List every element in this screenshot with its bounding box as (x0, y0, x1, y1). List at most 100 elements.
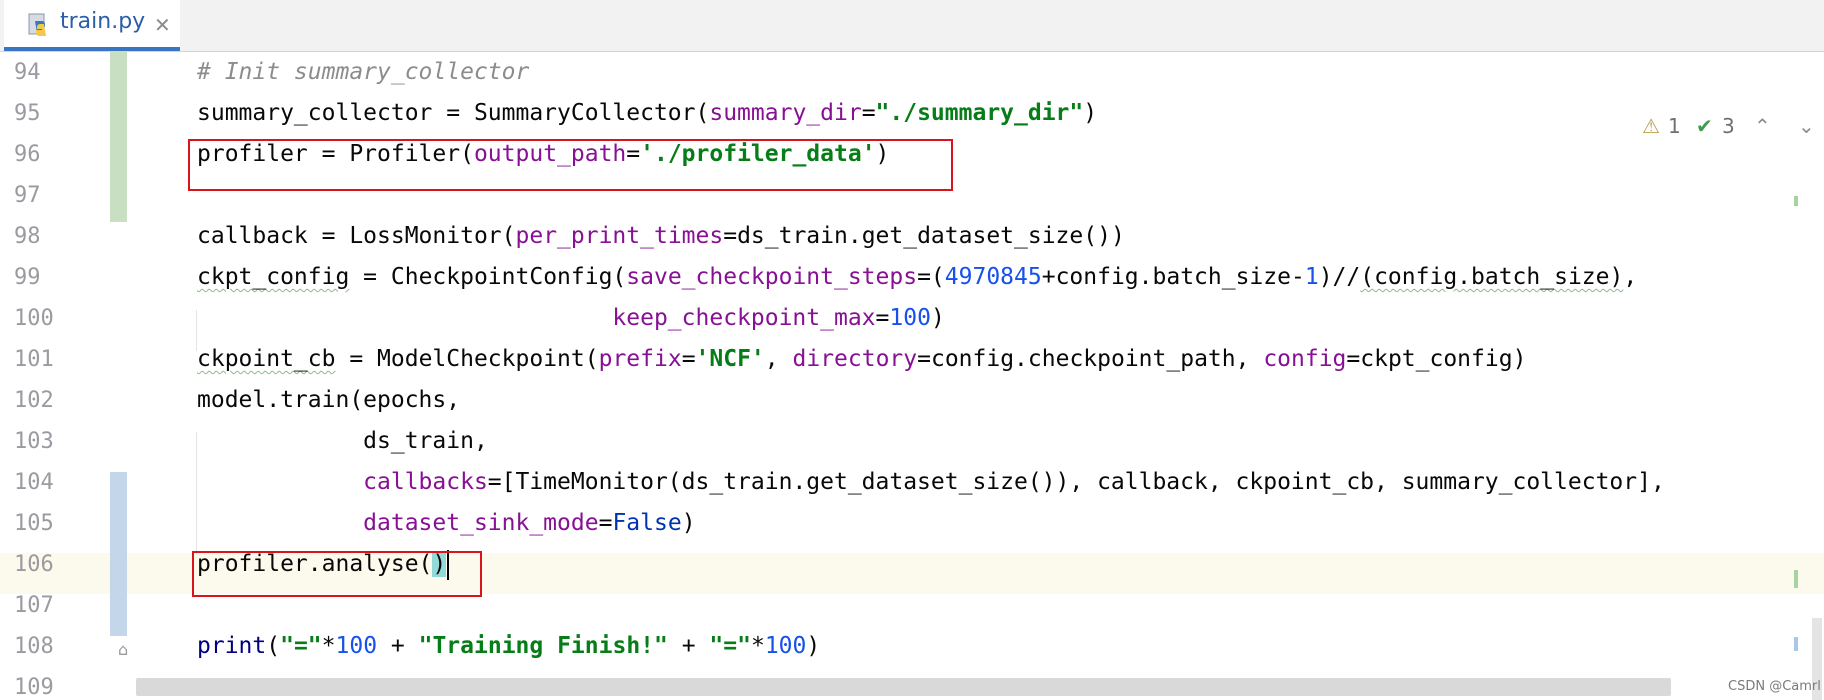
code-token: print (197, 633, 267, 659)
code-token: * (321, 633, 336, 659)
code-line[interactable]: 100 keep_checkpoint_max=100) (0, 298, 1824, 339)
code-token: =config.checkpoint_path, (917, 346, 1264, 372)
line-number: 103 (14, 429, 54, 454)
line-code: # Init summary_collector (197, 52, 529, 93)
code-token: , (1623, 264, 1638, 290)
line-number: 105 (14, 511, 54, 536)
line-code: summary_collector = SummaryCollector(sum… (197, 93, 1097, 134)
code-token: 4970845 (944, 264, 1042, 290)
code-token: callback = LossMonitor( (197, 223, 516, 249)
code-token: prefix (598, 346, 682, 372)
code-token: 100 (335, 633, 378, 659)
code-token: keep_checkpoint_max (612, 305, 876, 331)
check-icon[interactable]: ✔ (1696, 114, 1713, 138)
warning-icon[interactable]: ⚠ (1642, 114, 1660, 138)
code-token: )// (1318, 264, 1361, 290)
code-token: +config.batch_size- (1041, 264, 1305, 290)
code-token: "=" (709, 633, 751, 659)
line-code: print("="*100 + "Training Finish!" + "="… (197, 626, 820, 667)
code-token: =ckpt_config) (1346, 346, 1527, 372)
close-icon[interactable]: ✕ (154, 13, 171, 37)
code-token: summary_collector = SummaryCollector( (197, 100, 710, 126)
code-token: ckpoint_cb (197, 346, 336, 372)
code-token: ds_train, (197, 428, 488, 454)
code-line[interactable]: 99 ckpt_config = CheckpointConfig(save_ch… (0, 257, 1824, 298)
code-token: , (764, 346, 793, 372)
line-number: 99 (14, 265, 41, 290)
horizontal-scrollbar[interactable] (136, 678, 1671, 696)
code-token: 1 (1304, 264, 1319, 290)
code-token: save_checkpoint_steps (626, 264, 918, 290)
line-code: ds_train, (197, 421, 488, 462)
line-number: 106 (14, 552, 54, 577)
code-token: # Init summary_collector (197, 59, 530, 85)
code-line[interactable]: 101 ckpoint_cb = ModelCheckpoint(prefix='… (0, 339, 1824, 380)
code-token: = ModelCheckpoint( (335, 346, 599, 372)
scroll-mark[interactable] (1794, 637, 1798, 651)
line-code: ckpt_config = CheckpointConfig(save_chec… (197, 257, 1637, 298)
code-line[interactable]: 103 ds_train, (0, 421, 1824, 462)
code-token: = (861, 100, 876, 126)
line-number: 101 (14, 347, 54, 372)
highlight-box-profiler-analyse (192, 551, 482, 597)
code-line[interactable]: 108 print("="*100 + "Training Finish!" + … (0, 626, 1824, 667)
code-token: =ds_train.get_dataset_size()) (723, 223, 1125, 249)
code-token: summary_dir (709, 100, 862, 126)
code-line[interactable]: 105 dataset_sink_mode=False) (0, 503, 1824, 544)
code-line[interactable]: 98 callback = LossMonitor(per_print_times… (0, 216, 1824, 257)
code-token: per_print_times (515, 223, 724, 249)
code-line[interactable]: 94 # Init summary_collector (0, 52, 1824, 93)
editor-tab-bar: train.py ✕ (0, 0, 1824, 52)
watermark: CSDN @Camrl (1728, 679, 1821, 694)
code-editor[interactable]: 94 # Init summary_collector 95 summary_coll… (0, 52, 1824, 700)
code-token: ckpt_config (197, 264, 350, 290)
chevron-down-icon[interactable]: ⌄ (1798, 114, 1815, 138)
code-token: ) (806, 633, 821, 659)
code-token: + (667, 633, 710, 659)
code-token: ) (1083, 100, 1098, 126)
code-token: False (612, 510, 682, 536)
fold-icon[interactable]: ⌂ (118, 640, 136, 660)
code-token: "Training Finish!" (418, 633, 668, 659)
line-number: 104 (14, 470, 54, 495)
tab-label: train.py (60, 9, 146, 34)
code-token: ) (930, 305, 945, 331)
code-token: = (875, 305, 890, 331)
line-number: 95 (14, 101, 41, 126)
line-number: 97 (14, 183, 41, 208)
code-line[interactable]: 104 callbacks=[TimeMonitor(ds_train.get_… (0, 462, 1824, 503)
code-token: =[TimeMonitor(ds_train.get_dataset_size(… (487, 469, 1665, 495)
ok-count: 3 (1722, 114, 1735, 138)
line-code: ckpoint_cb = ModelCheckpoint(prefix='NCF… (197, 339, 1526, 380)
code-token: directory (792, 346, 918, 372)
line-number: 96 (14, 142, 41, 167)
code-token: =( (917, 264, 945, 290)
code-token: 100 (889, 305, 931, 331)
chevron-up-icon[interactable]: ⌃ (1754, 114, 1771, 138)
tab-train-py[interactable]: train.py ✕ (4, 0, 180, 51)
line-number: 98 (14, 224, 41, 249)
line-code: callbacks=[TimeMonitor(ds_train.get_data… (197, 462, 1665, 503)
line-code: callback = LossMonitor(per_print_times=d… (197, 216, 1125, 257)
line-number: 107 (14, 593, 54, 618)
code-token: dataset_sink_mode (363, 510, 599, 536)
code-token: 100 (764, 633, 807, 659)
code-token: model.train(epochs, (197, 387, 461, 413)
scroll-mark[interactable] (1794, 570, 1798, 588)
scroll-mark[interactable] (1794, 196, 1798, 206)
line-code: dataset_sink_mode=False) (197, 503, 695, 544)
code-token: = CheckpointConfig( (349, 264, 627, 290)
code-line[interactable]: 102 model.train(epochs, (0, 380, 1824, 421)
code-token: + (377, 633, 419, 659)
line-number: 94 (14, 60, 41, 85)
python-file-icon (28, 13, 46, 36)
warning-count: 1 (1668, 114, 1681, 138)
code-line[interactable]: 95 summary_collector = SummaryCollector(s… (0, 93, 1824, 134)
line-number: 102 (14, 388, 54, 413)
code-token: ( (266, 633, 281, 659)
code-token: * (750, 633, 765, 659)
code-token: (config.batch_size) (1360, 264, 1624, 290)
